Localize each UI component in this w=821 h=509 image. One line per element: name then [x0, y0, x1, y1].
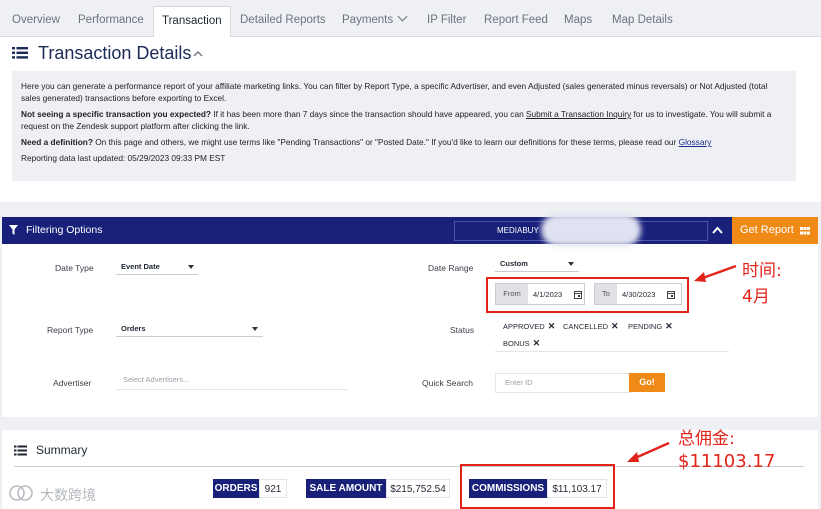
get-report-button[interactable]: Get Report: [732, 217, 818, 244]
submit-inquiry-link[interactable]: Submit a Transaction Inquiry: [526, 109, 631, 119]
tab-maps[interactable]: Maps: [564, 8, 592, 36]
filter-bar: Filtering Options MEDIABUY: [2, 214, 732, 246]
tab-performance[interactable]: Performance: [78, 8, 144, 36]
advertiser-placeholder: Select Advertisers...: [123, 375, 190, 384]
report-type-label: Report Type: [47, 325, 94, 335]
account-name: MEDIABUY: [497, 226, 539, 235]
quick-search-input[interactable]: Enter ID: [495, 373, 631, 393]
report-type-value: Orders: [121, 324, 146, 333]
tab-payments[interactable]: Payments: [342, 8, 408, 36]
info-inquiry-text-a: If it has been more than 7 days since th…: [210, 109, 526, 119]
date-range-value: Custom: [500, 259, 528, 268]
account-redaction: [541, 214, 641, 246]
go-button[interactable]: Go!: [629, 373, 665, 392]
remove-icon[interactable]: ✕: [548, 321, 556, 331]
date-range-highlight: [486, 277, 689, 313]
date-type-value: Event Date: [121, 262, 160, 271]
date-type-label: Date Type: [55, 263, 94, 273]
page-title: Transaction Details: [38, 43, 192, 63]
remove-icon[interactable]: ✕: [533, 338, 541, 348]
filter-icon: [9, 225, 18, 235]
chevron-down-icon: [568, 262, 574, 266]
status-label: Status: [450, 325, 475, 335]
annotation-time-value: 4月: [742, 287, 770, 307]
get-report-label: Get Report: [740, 224, 794, 236]
chevron-up-icon[interactable]: [193, 50, 203, 58]
tab-overview[interactable]: Overview: [12, 8, 60, 36]
remove-icon[interactable]: ✕: [665, 321, 673, 331]
orders-value: 921: [259, 479, 287, 498]
info-definition-text: On this page and others, we might use te…: [92, 137, 679, 147]
glossary-link[interactable]: Glossary: [679, 137, 712, 147]
tab-bar: Overview Performance Transaction Detaile…: [0, 0, 821, 38]
annotation-commission-value: $11103.17: [678, 451, 776, 472]
info-inquiry: Not seeing a specific transaction you ex…: [21, 108, 787, 132]
date-range-select[interactable]: Custom: [495, 257, 579, 272]
watermark-logo-icon: [9, 485, 33, 501]
chevron-down-icon: [188, 265, 194, 269]
account-selector[interactable]: MEDIABUY: [454, 214, 708, 246]
status-multiselect[interactable]: APPROVED ✕ CANCELLED ✕ PENDING ✕ BONUS ✕: [495, 317, 729, 352]
status-chip-approved: APPROVED ✕: [503, 321, 556, 332]
advertiser-select[interactable]: Select Advertisers...: [116, 371, 348, 390]
date-type-select[interactable]: Event Date: [116, 260, 198, 275]
report-type-select[interactable]: Orders: [116, 322, 263, 337]
status-chip-pending-label: PENDING: [628, 322, 663, 331]
info-intro: Here you can generate a performance repo…: [21, 81, 768, 103]
quick-search-placeholder: Enter ID: [505, 378, 533, 387]
sale-amount-value: $215,752.54: [386, 479, 450, 498]
annotation-arrow-icon: [694, 264, 737, 282]
tab-transaction[interactable]: Transaction: [153, 6, 231, 38]
watermark-text: 大数跨境: [40, 488, 96, 504]
chevron-down-icon: [397, 11, 408, 22]
annotation-commission-title: 总佣金:: [678, 429, 735, 449]
info-definition: Need a definition? On this page and othe…: [21, 136, 787, 148]
quick-search-label: Quick Search: [422, 378, 474, 388]
filter-bar-title: Filtering Options: [26, 224, 103, 236]
list-icon: [14, 445, 27, 456]
status-chip-bonus-label: BONUS: [503, 339, 530, 348]
collapse-chevron-icon[interactable]: [712, 226, 723, 234]
tab-map-details[interactable]: Map Details: [612, 8, 673, 36]
list-icon: [12, 47, 28, 59]
status-chip-pending: PENDING ✕: [628, 321, 673, 332]
commissions-highlight: [460, 464, 615, 509]
tab-ip-filter[interactable]: IP Filter: [427, 8, 466, 36]
chevron-down-icon: [252, 327, 258, 331]
tab-payments-label: Payments: [342, 14, 394, 26]
status-chip-approved-label: APPROVED: [503, 322, 545, 331]
info-inquiry-question: Not seeing a specific transaction you ex…: [21, 109, 211, 119]
remove-icon[interactable]: ✕: [611, 321, 619, 331]
tab-detailed-reports[interactable]: Detailed Reports: [240, 8, 326, 36]
annotation-arrow-icon: [627, 441, 670, 462]
info-box: Here you can generate a performance repo…: [12, 71, 796, 181]
status-chip-cancelled: CANCELLED ✕: [563, 321, 619, 332]
advertiser-label: Advertiser: [53, 378, 92, 388]
sale-amount-label: SALE AMOUNT: [306, 479, 386, 498]
tab-report-feed[interactable]: Report Feed: [484, 8, 548, 36]
last-updated: Reporting data last updated: 05/29/2023 …: [21, 153, 226, 163]
info-definition-question: Need a definition?: [21, 137, 93, 147]
status-chip-bonus: BONUS ✕: [503, 338, 541, 349]
annotation-time-title: 时间:: [742, 261, 782, 281]
date-range-label: Date Range: [428, 263, 474, 273]
status-chip-cancelled-label: CANCELLED: [563, 322, 609, 331]
grid-icon: [800, 227, 810, 235]
transaction-details-panel: Transaction Details Here you can generat…: [0, 37, 821, 202]
summary-title: Summary: [36, 443, 88, 457]
orders-label: ORDERS: [213, 479, 259, 498]
